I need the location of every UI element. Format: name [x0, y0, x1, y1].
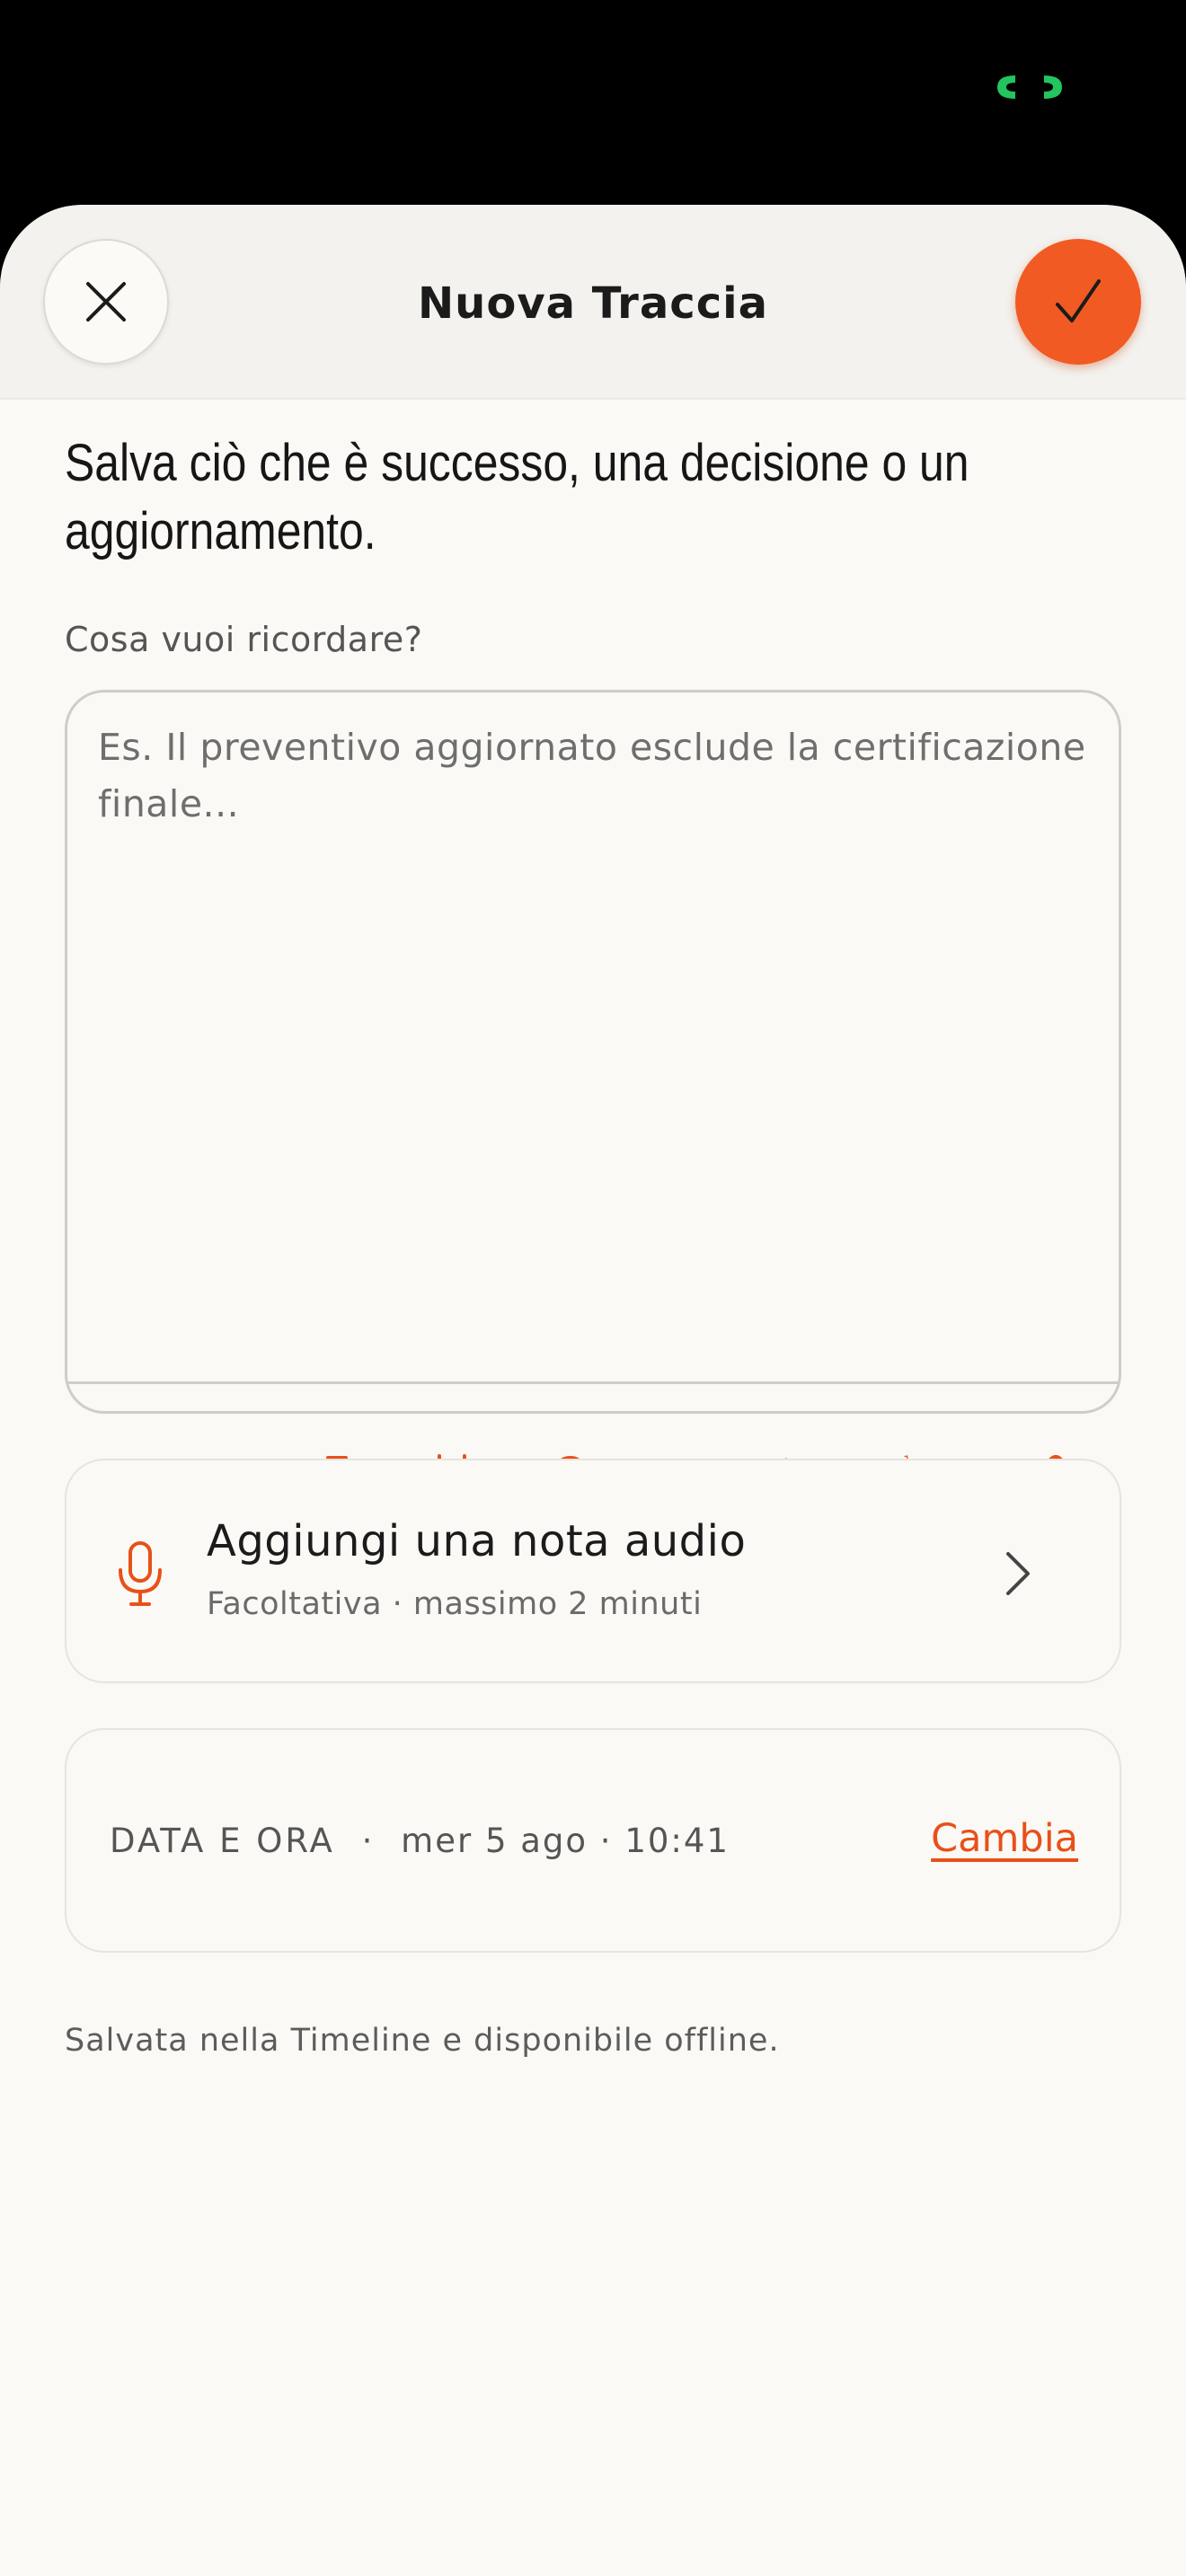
editor-placeholder[interactable]: Es. Il preventivo aggiornato esclude la … [98, 719, 1086, 833]
chevron-right-icon [1006, 1552, 1030, 1595]
date-time-separator: · [361, 1822, 375, 1860]
editor-label: Cosa vuoi ricordare? [65, 620, 423, 659]
close-icon [86, 282, 126, 322]
change-date-link[interactable]: Cambia [931, 1816, 1078, 1861]
audio-note-row[interactable]: Aggiungi una nota audio Facoltativa · ma… [65, 1459, 1121, 1683]
date-time-line: DATA E ORA · mer 5 ago · 10:41 [110, 1822, 730, 1860]
microphone-icon [119, 1541, 162, 1606]
headline: Salva ciò che è successo, una decisione … [65, 434, 969, 560]
footer-note: Salvata nella Timeline e disponibile off… [65, 2023, 780, 2059]
confirm-button[interactable] [1015, 239, 1141, 365]
date-time-row: DATA E ORA · mer 5 ago · 10:41 Cambia [65, 1728, 1121, 1953]
rich-text-editor[interactable]: Es. Il preventivo aggiornato esclude la … [65, 690, 1121, 1617]
close-button[interactable] [43, 239, 169, 365]
status-indicator-icon [997, 75, 1062, 99]
page-title: Nuova Traccia [418, 278, 768, 329]
audio-note-subtitle: Facoltativa · massimo 2 minuti [207, 1586, 703, 1622]
date-time-label: DATA E ORA [110, 1822, 335, 1860]
editor-toolbar-divider [67, 1381, 1119, 1384]
sheet-header: Nuova Traccia [0, 205, 1186, 400]
header-divider [0, 398, 1186, 400]
checkmark-icon [1056, 279, 1101, 322]
date-time-value: mer 5 ago · 10:41 [401, 1822, 730, 1860]
new-trace-sheet: Nuova Traccia Salva ciò che è successo, … [0, 205, 1186, 2576]
audio-note-title: Aggiungi una nota audio [207, 1516, 747, 1566]
status-bar [0, 0, 1186, 207]
